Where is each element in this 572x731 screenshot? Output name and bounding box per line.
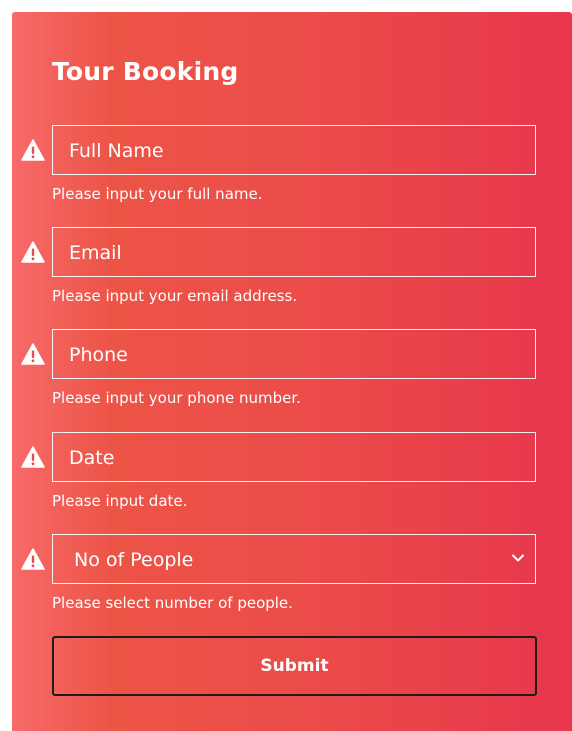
form-title: Tour Booking — [52, 57, 239, 86]
email-help: Please input your email address. — [52, 287, 298, 305]
full-name-placeholder: Full Name — [69, 140, 164, 162]
warning-icon — [21, 343, 45, 365]
warning-icon — [21, 446, 45, 468]
chevron-down-icon[interactable] — [511, 553, 525, 563]
phone-help: Please input your phone number. — [52, 389, 301, 407]
booking-form: Tour Booking Full Name Please input your… — [12, 12, 572, 731]
email-placeholder: Email — [69, 242, 122, 264]
date-input[interactable]: Date — [52, 432, 536, 482]
people-select[interactable]: No of People — [52, 534, 536, 584]
people-select-value: No of People — [74, 549, 194, 571]
full-name-group: Full Name Please input your full name. — [12, 125, 572, 225]
date-group: Date Please input date. — [12, 432, 572, 532]
phone-input[interactable]: Phone — [52, 329, 536, 379]
email-input[interactable]: Email — [52, 227, 536, 277]
submit-button[interactable]: Submit — [52, 636, 537, 696]
full-name-help: Please input your full name. — [52, 185, 263, 203]
warning-icon — [21, 548, 45, 570]
date-placeholder: Date — [69, 447, 115, 469]
full-name-input[interactable]: Full Name — [52, 125, 536, 175]
phone-group: Phone Please input your phone number. — [12, 329, 572, 429]
warning-icon — [21, 139, 45, 161]
people-help: Please select number of people. — [52, 594, 293, 612]
phone-placeholder: Phone — [69, 344, 128, 366]
email-group: Email Please input your email address. — [12, 227, 572, 327]
date-help: Please input date. — [52, 492, 188, 510]
people-group: No of People Please select number of peo… — [12, 534, 572, 634]
warning-icon — [21, 241, 45, 263]
